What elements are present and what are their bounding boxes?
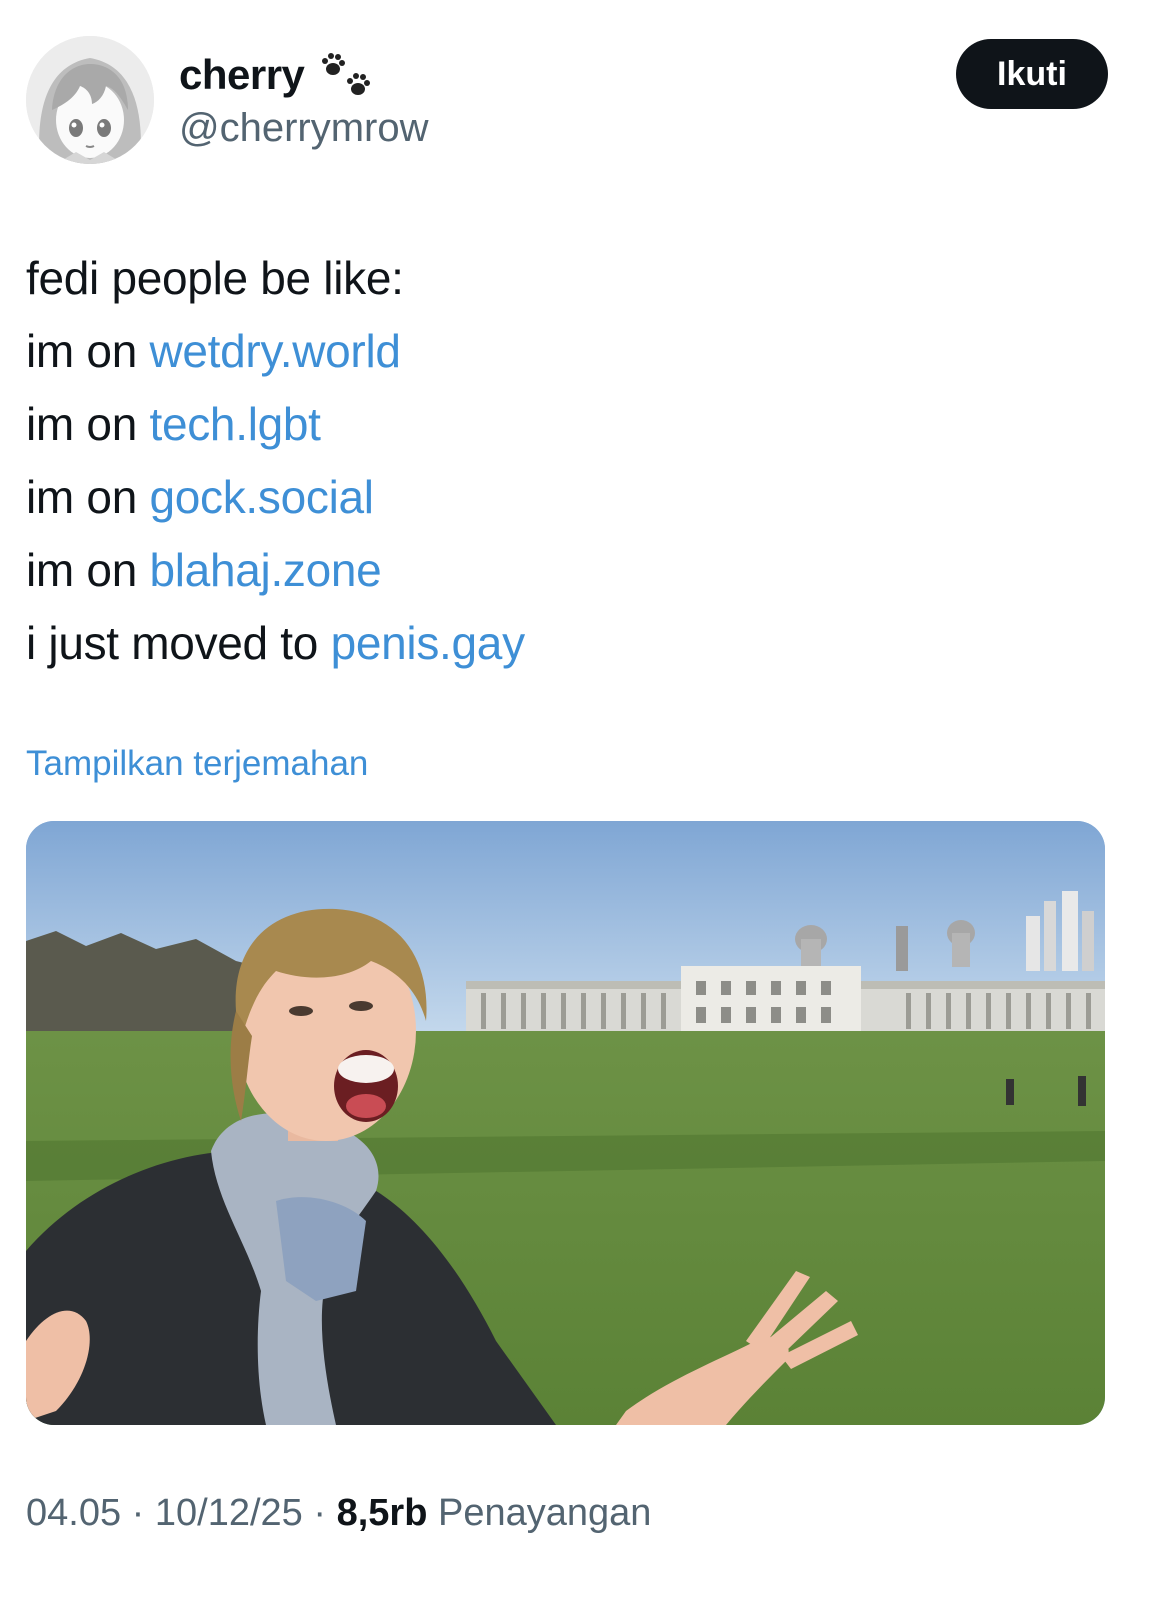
domain-link[interactable]: gock.social (149, 471, 374, 523)
tweet-date[interactable]: 10/12/25 (155, 1492, 303, 1534)
views-label: Penayangan (437, 1492, 652, 1534)
user-handle[interactable]: @cherrymrow (179, 106, 429, 151)
avatar[interactable] (26, 36, 154, 164)
photo-man-in-park (26, 821, 1105, 1425)
domain-link[interactable]: penis.gay (331, 617, 526, 669)
tweet-line: im on blahaj.zone (26, 534, 1126, 607)
tweet-text: fedi people be like: im on wetdry.world … (26, 242, 1126, 680)
follow-button[interactable]: Ikuti (956, 39, 1108, 109)
tweet-image[interactable] (26, 821, 1105, 1425)
paw-prints-icon (320, 49, 376, 101)
tweet-line: im on wetdry.world (26, 315, 1126, 388)
tweet-line: im on gock.social (26, 461, 1126, 534)
tweet-header: cherry @cherrymrow Ikuti (26, 36, 1146, 166)
display-name-row: cherry (179, 50, 429, 100)
meta-separator: · (302, 1492, 337, 1534)
tweet-time[interactable]: 04.05 (26, 1492, 121, 1534)
tweet-line-text: im on (26, 325, 150, 377)
domain-link[interactable]: wetdry.world (149, 325, 400, 377)
tweet-line-text: im on (26, 398, 150, 450)
avatar-image (26, 36, 154, 164)
domain-link[interactable]: blahaj.zone (149, 544, 381, 596)
tweet-line: fedi people be like: (26, 242, 1126, 315)
display-name[interactable]: cherry (179, 51, 305, 99)
domain-link[interactable]: tech.lgbt (149, 398, 321, 450)
author-names: cherry @cherrymrow (179, 50, 429, 151)
tweet-line-text: fedi people be like: (26, 252, 404, 304)
tweet-line-text: im on (26, 471, 150, 523)
meta-separator: · (121, 1492, 155, 1534)
show-translation-link[interactable]: Tampilkan terjemahan (26, 744, 368, 784)
tweet-line: i just moved to penis.gay (26, 607, 1126, 680)
tweet-meta: 04.05 · 10/12/25 · 8,5rb Penayangan (26, 1492, 651, 1535)
tweet-line-text: im on (26, 544, 150, 596)
tweet-line: im on tech.lgbt (26, 388, 1126, 461)
tweet-line-text: i just moved to (26, 617, 331, 669)
views-count[interactable]: 8,5rb (337, 1492, 428, 1534)
